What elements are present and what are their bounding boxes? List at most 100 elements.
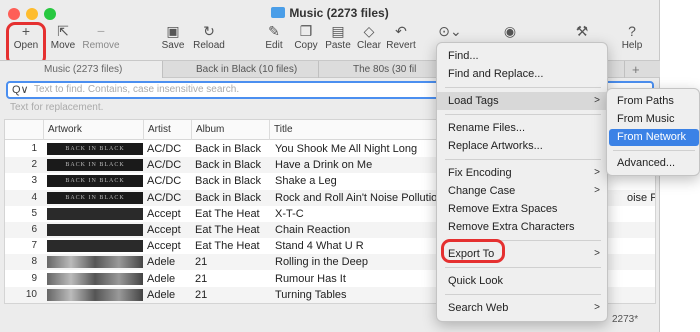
help-icon: ? — [628, 23, 636, 39]
submenu-arrow-icon: > — [594, 167, 600, 178]
submenu-item-from-network[interactable]: From Network — [609, 129, 699, 146]
more-actions-button[interactable]: ⊙⌄ — [437, 22, 463, 40]
file-count-status: 2273* — [612, 314, 639, 325]
column-header-album[interactable]: Album — [191, 120, 269, 140]
pencil-icon: ✎ — [268, 23, 280, 39]
row-number: 1 — [31, 143, 37, 154]
artist-cell: Adele — [147, 288, 176, 301]
eraser-icon: ◇ — [363, 23, 375, 39]
album-cell: 21 — [195, 288, 208, 301]
artist-cell: Adele — [147, 256, 176, 269]
reload-icon: ↻ — [203, 23, 215, 39]
submenu-item-from-paths[interactable]: From Paths — [609, 93, 699, 110]
menu-item-quick-look[interactable]: Quick Look — [437, 272, 609, 290]
album-cell: Back in Black — [195, 175, 262, 188]
menu-separator — [445, 267, 601, 268]
tab-back-in-black[interactable]: Back in Black (10 files) — [163, 61, 318, 78]
add-tab-button[interactable]: + — [632, 61, 652, 78]
save-button[interactable]: ▣ Save — [159, 22, 187, 51]
submenu-item-from-music[interactable]: From Music — [609, 111, 699, 128]
submenu-arrow-icon: > — [594, 302, 600, 313]
tab-music[interactable]: Music (2273 files) — [0, 61, 162, 78]
artwork-thumbnail — [47, 240, 143, 253]
row-number: 6 — [31, 224, 37, 235]
undo-icon: ↶ — [395, 23, 407, 39]
ellipsis-circle-icon: ⊙⌄ — [438, 23, 462, 39]
edit-button[interactable]: ✎ Edit — [262, 22, 286, 51]
search-options-icon[interactable]: Q∨ — [12, 83, 29, 97]
row-number: 5 — [31, 207, 37, 219]
menu-item-rename-files[interactable]: Rename Files... — [437, 119, 609, 137]
menu-item-search-web[interactable]: Search Web > — [437, 299, 609, 317]
tools-button[interactable]: ⚒ — [572, 22, 592, 40]
artwork-thumbnail — [47, 224, 143, 236]
menu-separator — [445, 87, 601, 88]
artwork-thumbnail — [47, 207, 143, 220]
artwork-thumbnail: BACK IN BLACK — [47, 175, 143, 188]
submenu-arrow-icon: > — [594, 248, 600, 259]
artwork-thumbnail: BACK IN BLACK — [47, 159, 143, 172]
tab-divider — [624, 61, 625, 78]
menu-item-replace-artworks[interactable]: Replace Artworks... — [437, 137, 609, 155]
row-number: 2 — [31, 159, 37, 171]
row-number: 8 — [31, 256, 37, 268]
row-number: 9 — [31, 272, 37, 284]
folder-icon — [271, 7, 286, 18]
replace-field[interactable]: Text for replacement. — [10, 102, 103, 113]
artist-cell: Adele — [147, 272, 176, 285]
artwork-thumbnail — [47, 288, 143, 301]
export-highlight-annotation — [441, 239, 505, 263]
copy-button[interactable]: ❐ Copy — [292, 22, 320, 51]
row-number: 3 — [31, 175, 37, 187]
paste-icon: ▤ — [331, 23, 345, 39]
menu-separator — [445, 114, 601, 115]
remove-button[interactable]: − Remove — [82, 22, 120, 51]
menu-item-fix-encoding[interactable]: Fix Encoding > — [437, 164, 609, 182]
eye-icon: ◉ — [503, 23, 517, 39]
artwork-thumbnail: BACK IN BLACK — [47, 191, 143, 204]
artist-cell: Accept — [147, 224, 181, 236]
menu-item-remove-extra-characters[interactable]: Remove Extra Characters — [437, 218, 609, 236]
wrench-icon: ⚒ — [575, 23, 589, 39]
column-header-artist[interactable]: Artist — [143, 120, 191, 140]
help-button[interactable]: ? Help — [620, 22, 644, 51]
clear-button[interactable]: ◇ Clear — [355, 22, 383, 51]
copy-icon: ❐ — [299, 23, 313, 39]
revert-button[interactable]: ↶ Revert — [386, 22, 416, 51]
menu-item-remove-extra-spaces[interactable]: Remove Extra Spaces — [437, 200, 609, 218]
column-header-artwork[interactable]: Artwork — [43, 120, 143, 140]
album-cell: 21 — [195, 256, 208, 269]
artist-cell: Accept — [147, 207, 181, 220]
row-number: 7 — [31, 240, 37, 252]
submenu-arrow-icon: > — [594, 185, 600, 196]
extra-cell: oise Pol — [627, 191, 655, 204]
move-button[interactable]: ⇱ Move — [49, 22, 77, 51]
album-cell: Back in Black — [195, 191, 262, 204]
load-tags-submenu: From Paths From Music From Network Advan… — [606, 88, 700, 176]
tab-the-80s[interactable]: The 80s (30 fil — [319, 61, 439, 78]
preview-button[interactable]: ◉ — [500, 22, 520, 40]
move-icon: ⇱ — [57, 23, 69, 39]
window-title: Music (2273 files) — [0, 6, 660, 20]
menu-separator — [445, 294, 601, 295]
menu-item-find-and-replace[interactable]: Find and Replace... — [437, 65, 609, 83]
menu-item-load-tags[interactable]: Load Tags > — [437, 92, 609, 110]
menu-separator — [445, 159, 601, 160]
artist-cell: Accept — [147, 240, 181, 253]
artist-cell: AC/DC — [147, 191, 182, 204]
reload-button[interactable]: ↻ Reload — [192, 22, 226, 51]
menu-item-change-case[interactable]: Change Case > — [437, 182, 609, 200]
row-number: 10 — [25, 288, 37, 300]
album-cell: Back in Black — [195, 159, 262, 172]
paste-button[interactable]: ▤ Paste — [323, 22, 353, 51]
submenu-item-advanced[interactable]: Advanced... — [609, 155, 699, 172]
submenu-arrow-icon: > — [594, 95, 600, 106]
menu-item-find[interactable]: Find... — [437, 47, 609, 65]
menu-separator — [613, 150, 695, 151]
row-number: 4 — [31, 191, 37, 203]
find-placeholder: Text to find. Contains, case insensitive… — [34, 84, 240, 95]
album-cell: Back in Black — [195, 143, 262, 155]
artwork-thumbnail: BACK IN BLACK — [47, 143, 143, 155]
actions-menu: Find... Find and Replace... Load Tags > R… — [436, 42, 609, 322]
album-cell: Eat The Heat — [195, 240, 260, 253]
